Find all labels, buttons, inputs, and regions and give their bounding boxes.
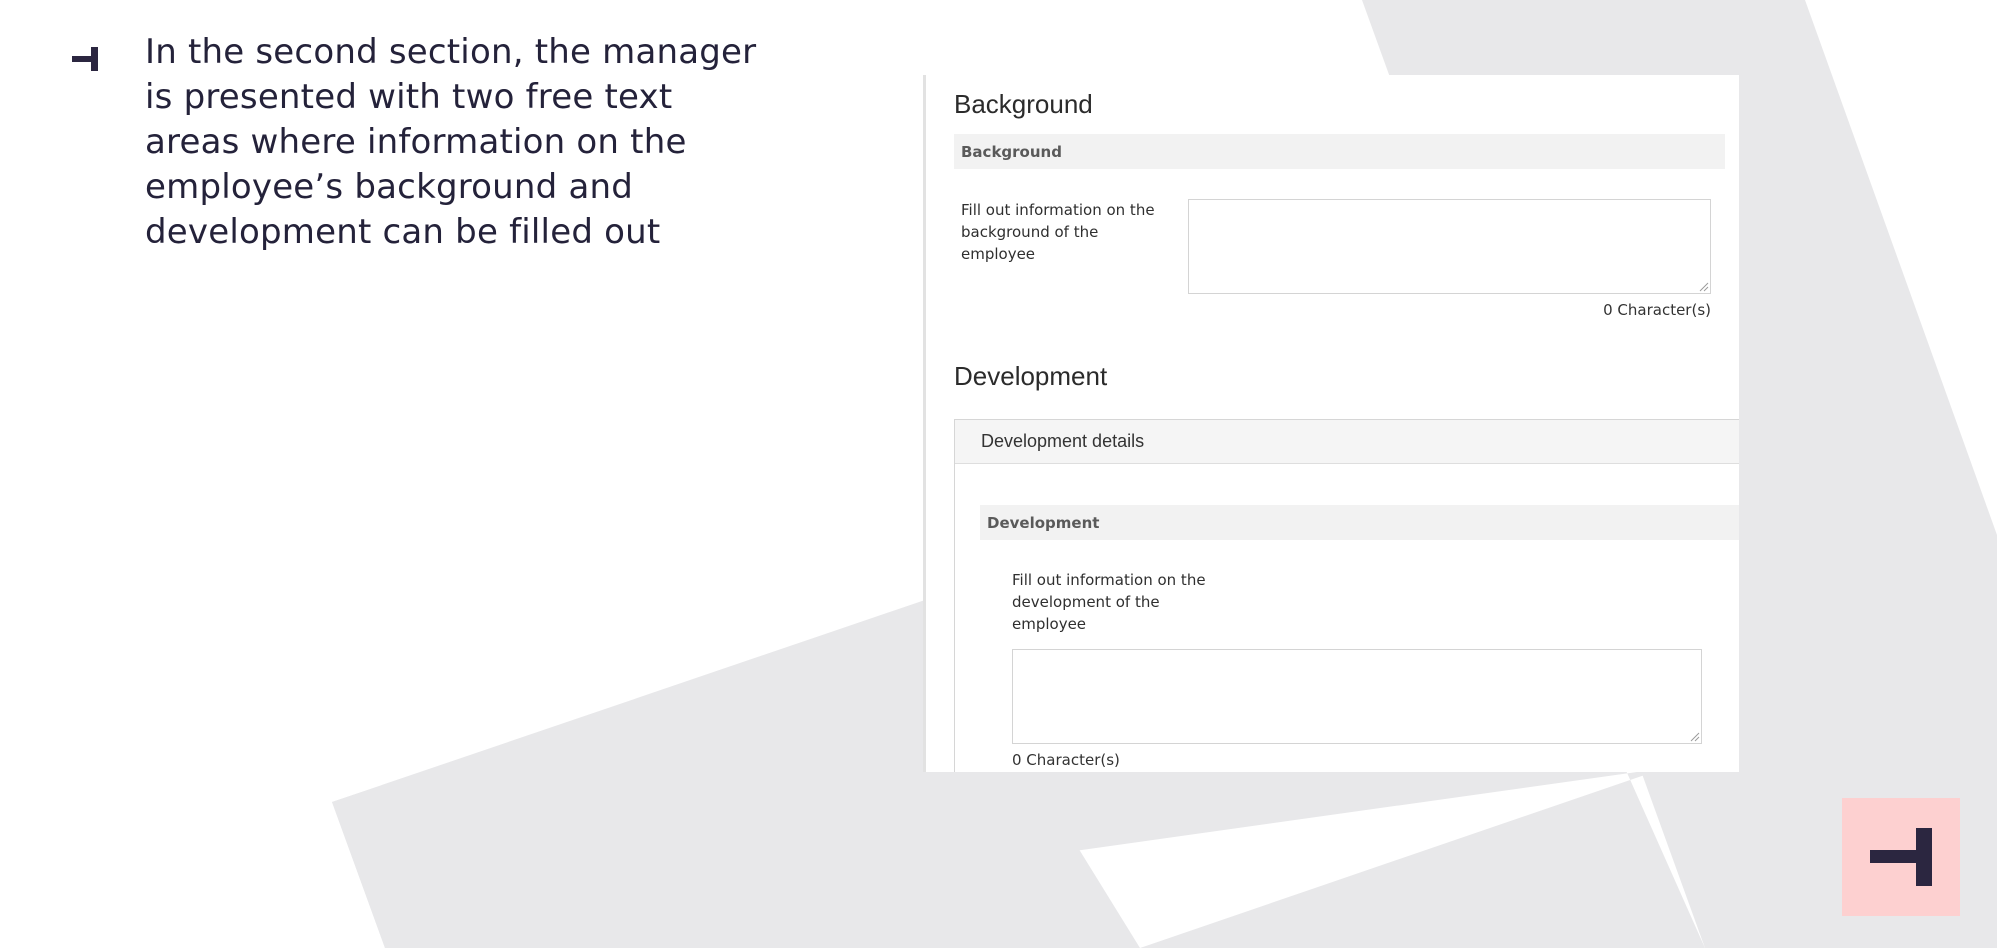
background-subheader: Background	[954, 134, 1725, 169]
slide-caption: In the second section, the manager is pr…	[145, 32, 757, 252]
brand-logo	[1842, 798, 1960, 916]
development-section-title: Development	[954, 361, 1108, 391]
brand-logo-icon	[1870, 828, 1932, 886]
resize-grip-icon[interactable]	[1697, 280, 1709, 292]
background-textarea[interactable]	[1188, 199, 1711, 294]
development-char-count: 0 Character(s)	[1012, 751, 1120, 769]
background-section-title: Background	[954, 89, 1093, 119]
background-char-count: 0 Character(s)	[1603, 301, 1711, 319]
form-screenshot-panel: Background Background Fill out informati…	[923, 75, 1739, 772]
development-field-label: Fill out information on the development …	[1012, 571, 1206, 633]
development-card-header[interactable]: Development details	[955, 420, 1739, 464]
background-field-label: Fill out information on the background o…	[961, 201, 1155, 263]
development-textarea[interactable]	[1012, 649, 1702, 744]
resize-grip-icon[interactable]	[1688, 730, 1700, 742]
brand-mark-icon	[72, 47, 98, 71]
development-subheader: Development	[980, 505, 1739, 540]
